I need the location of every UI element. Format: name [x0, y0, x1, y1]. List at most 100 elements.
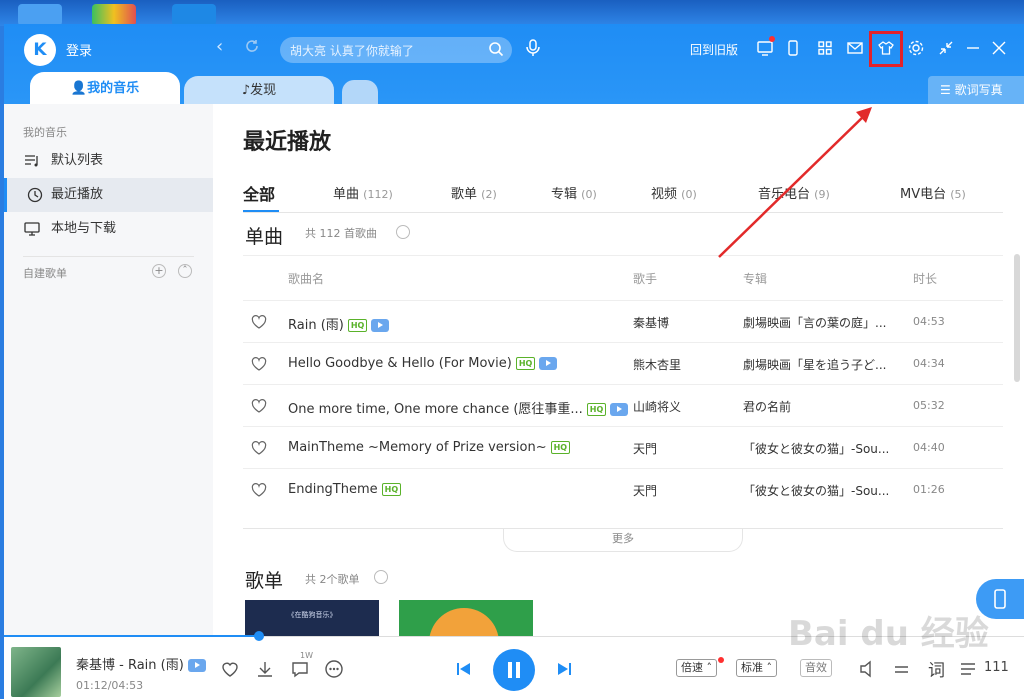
download-icon[interactable] [255, 659, 275, 679]
heart-icon[interactable] [251, 356, 267, 371]
song-singer[interactable]: 秦基博 [633, 314, 669, 331]
songs-section-count: 共 112 首歌曲 [305, 227, 377, 240]
search-box[interactable]: 胡大亮 认真了你就输了 [280, 37, 512, 63]
comment-icon[interactable] [290, 659, 310, 679]
filter-tab-count: (2) [481, 188, 497, 201]
desktop-icon[interactable] [18, 4, 62, 26]
refresh-icon[interactable] [244, 38, 260, 54]
filter-tab-radio[interactable]: 音乐电台 (9) [758, 183, 830, 202]
phone-icon[interactable] [784, 39, 802, 57]
progress-bar-fill[interactable] [4, 635, 259, 637]
song-singer[interactable]: 熊木杏里 [633, 356, 681, 373]
playlist-count[interactable]: 111 [984, 660, 1024, 680]
close-icon[interactable] [990, 39, 1008, 57]
scrollbar[interactable] [1014, 254, 1020, 382]
column-header-singer[interactable]: 歌手 [633, 270, 657, 287]
desktop-icon[interactable] [92, 4, 136, 26]
filter-tab-mv-radio[interactable]: MV电台 (5) [900, 183, 966, 202]
search-icon[interactable] [488, 41, 504, 57]
filter-tab-songs[interactable]: 单曲 (112) [333, 183, 393, 202]
mv-badge-icon[interactable] [371, 319, 390, 332]
desktop-icon[interactable] [172, 4, 216, 26]
album-cover[interactable] [11, 647, 61, 697]
tab-my-music[interactable]: 👤我的音乐 [30, 72, 180, 104]
minimize-icon[interactable] [964, 39, 982, 57]
table-row[interactable]: Rain (雨) HQ 秦基博 劇場映画「言の葉の庭」... 04:53 [243, 300, 1003, 342]
sound-effect-button[interactable]: 音效 [800, 659, 832, 677]
speed-button[interactable]: 倍速 ˄ [676, 659, 717, 677]
filter-tab-playlists[interactable]: 歌单 (2) [451, 183, 497, 202]
lyrics-toggle[interactable]: 词 [928, 656, 948, 681]
tab-extra[interactable] [342, 80, 378, 104]
song-album[interactable]: 「彼女と彼女の猫」-Sou... [743, 440, 889, 457]
playlist-card[interactable] [399, 600, 533, 636]
song-name[interactable]: MainTheme ~Memory of Prize version~ HQ [288, 440, 571, 455]
settings-gear-icon[interactable] [907, 39, 925, 57]
next-track-icon[interactable] [554, 659, 574, 679]
quality-button[interactable]: 标准 ˄ [736, 659, 777, 677]
pause-button[interactable] [493, 649, 535, 691]
playlist-queue-icon[interactable] [958, 659, 978, 679]
song-singer[interactable]: 天門 [633, 440, 657, 457]
mini-mode-icon[interactable] [937, 39, 955, 57]
loop-mode-icon[interactable] [892, 659, 912, 679]
more-options-icon[interactable] [324, 659, 344, 679]
table-row[interactable]: One more time, One more chance (愿往事重... H… [243, 384, 1003, 426]
sidebar-item-local-download[interactable]: 本地与下载 [4, 212, 213, 246]
collapse-playlists-icon[interactable] [374, 570, 388, 584]
song-name[interactable]: One more time, One more chance (愿往事重... H… [288, 398, 629, 417]
lyrics-photo-button[interactable]: ☰ 歌词写真 [928, 76, 1024, 104]
volume-icon[interactable] [858, 659, 878, 679]
mail-icon[interactable] [846, 39, 864, 57]
sidebar-item-recent[interactable]: 最近播放 [4, 178, 213, 212]
song-album[interactable]: 劇場映画「星を追う子ど... [743, 356, 886, 373]
old-version-link[interactable]: 回到旧版 [690, 41, 738, 58]
search-input[interactable]: 胡大亮 认真了你就输了 [290, 42, 414, 59]
song-album[interactable]: 「彼女と彼女の猫」-Sou... [743, 482, 889, 499]
playlist-card[interactable]: 《在酷狗音乐》 [245, 600, 379, 636]
previous-track-icon[interactable] [454, 659, 474, 679]
login-link[interactable]: 登录 [66, 40, 92, 59]
filter-tab-videos[interactable]: 视频 (0) [651, 183, 697, 202]
table-row[interactable]: MainTheme ~Memory of Prize version~ HQ 天門 「… [243, 426, 1003, 468]
filter-tab-albums[interactable]: 专辑 (0) [551, 183, 597, 202]
back-icon[interactable]: ‹ [216, 36, 223, 57]
song-album[interactable]: 君の名前 [743, 398, 791, 415]
tab-discover[interactable]: ♪发现 [184, 76, 334, 104]
sidebar-item-default-list[interactable]: 默认列表 [4, 144, 213, 178]
column-header-name[interactable]: 歌曲名 [288, 270, 324, 287]
cat-illustration [429, 608, 499, 636]
song-duration: 04:34 [913, 357, 945, 370]
song-singer[interactable]: 山崎将义 [633, 398, 681, 415]
column-header-album[interactable]: 专辑 [743, 270, 767, 287]
comment-count: 1W [300, 651, 313, 660]
sidebar: 我的音乐 默认列表 最近播放 本地与下载 自建歌单 + ˆ [4, 104, 213, 636]
column-header-duration[interactable]: 时长 [913, 270, 937, 287]
song-singer[interactable]: 天門 [633, 482, 657, 499]
song-album[interactable]: 劇場映画「言の葉の庭」... [743, 314, 886, 331]
collapse-songs-icon[interactable] [396, 225, 410, 239]
more-button[interactable]: 更多 [503, 528, 743, 552]
heart-icon[interactable] [251, 440, 267, 455]
heart-icon[interactable] [251, 482, 267, 497]
song-name[interactable]: EndingTheme HQ [288, 482, 402, 497]
voice-search-icon[interactable] [524, 38, 542, 58]
like-heart-icon[interactable] [220, 659, 240, 679]
mv-badge-icon[interactable] [539, 357, 558, 370]
heart-icon[interactable] [251, 398, 267, 413]
now-playing-title[interactable]: 秦基博 - Rain (雨) [76, 654, 206, 673]
song-name[interactable]: Rain (雨) HQ [288, 314, 390, 333]
mv-badge-icon[interactable] [187, 659, 206, 672]
kugou-logo[interactable]: K [24, 34, 56, 66]
filter-tab-all[interactable]: 全部 [243, 181, 275, 205]
heart-icon[interactable] [251, 314, 267, 329]
collapse-icon[interactable]: ˆ [178, 264, 192, 278]
add-playlist-icon[interactable]: + [152, 264, 166, 278]
song-name[interactable]: Hello Goodbye & Hello (For Movie) HQ [288, 356, 558, 371]
apps-grid-icon[interactable] [816, 39, 834, 57]
table-row[interactable]: EndingTheme HQ 天門 「彼女と彼女の猫」-Sou... 01:26 [243, 468, 1003, 510]
table-row[interactable]: Hello Goodbye & Hello (For Movie) HQ 熊木杏里 劇… [243, 342, 1003, 384]
filter-tab-count: (0) [681, 188, 697, 201]
progress-handle[interactable] [254, 631, 264, 641]
mv-badge-icon[interactable] [610, 403, 629, 416]
